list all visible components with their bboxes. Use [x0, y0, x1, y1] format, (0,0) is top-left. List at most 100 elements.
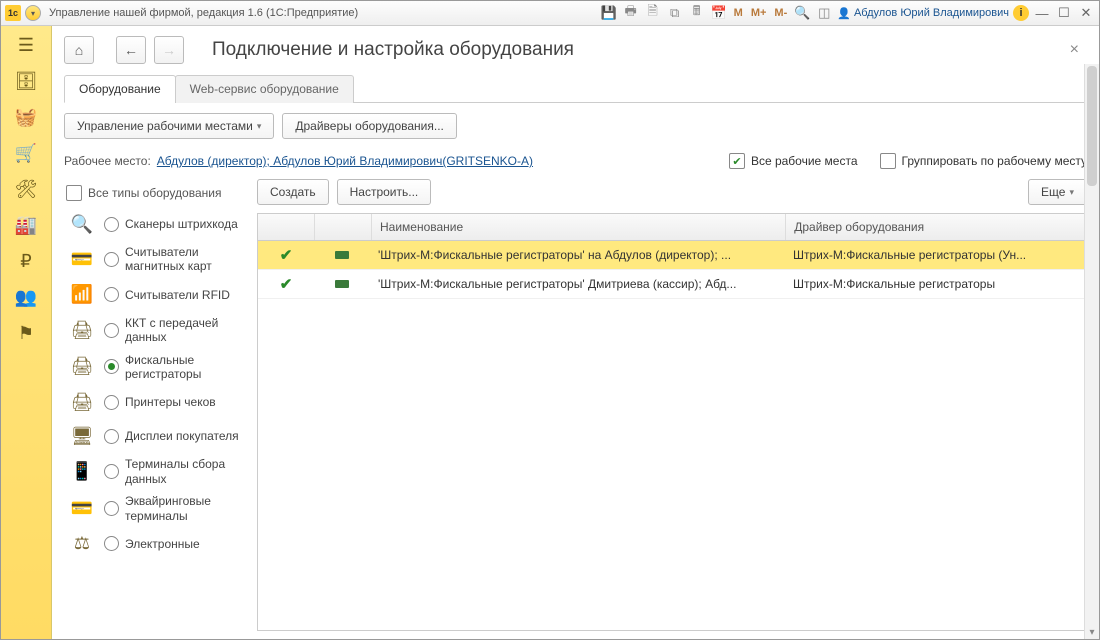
compare-icon[interactable]: ⧉ — [666, 4, 684, 22]
group-by-workplace-label: Группировать по рабочему месту — [902, 154, 1087, 168]
equipment-type-label: ККТ с передачей данных — [125, 316, 247, 345]
tab-equipment[interactable]: Оборудование — [64, 75, 176, 103]
row-driver: Штрих-М:Фискальные регистраторы (Ун... — [785, 248, 1086, 262]
print-icon[interactable]: 🖶 — [622, 4, 640, 22]
page-title: Подключение и настройка оборудования — [212, 39, 1054, 61]
equipment-type-radio[interactable] — [104, 395, 119, 410]
equipment-type-icon: 💳 — [66, 496, 98, 522]
minimize-button[interactable]: — — [1033, 5, 1051, 21]
all-types-checkbox[interactable] — [66, 185, 82, 201]
row-driver: Штрих-М:Фискальные регистраторы — [785, 277, 1086, 291]
window-title: Управление нашей фирмой, редакция 1.6 (1… — [49, 7, 358, 19]
nav-people-icon[interactable]: 👥 — [15, 286, 37, 308]
equipment-type-radio[interactable] — [104, 217, 119, 232]
row-check: ✔ — [258, 246, 314, 264]
nav-money-icon[interactable]: ₽ — [15, 250, 37, 272]
equipment-type-label: Считыватели RFID — [125, 288, 247, 302]
equipment-type-radio[interactable] — [104, 252, 119, 267]
table-row[interactable]: ✔ 'Штрих-М:Фискальные регистраторы' Дмитр… — [258, 270, 1086, 299]
create-button[interactable]: Создать — [257, 179, 329, 205]
workplaces-menu-button[interactable]: Управление рабочими местами▾ — [64, 113, 274, 139]
app-logo: 1c — [5, 5, 21, 21]
zoom-icon[interactable]: 🔍 — [793, 4, 811, 22]
maximize-button[interactable]: ☐ — [1055, 5, 1073, 21]
equipment-type-icon: 📱 — [66, 459, 98, 485]
info-icon[interactable]: i — [1013, 5, 1029, 21]
equipment-type-item[interactable]: 💳Считыватели магнитных карт — [64, 241, 249, 278]
equipment-type-item[interactable]: 🖨Принтеры чеков — [64, 385, 249, 419]
m-button[interactable]: M — [732, 7, 745, 19]
user-name: Абдулов Юрий Владимирович — [854, 7, 1009, 19]
panels-icon[interactable]: ◫ — [815, 4, 833, 22]
equipment-type-label: Эквайринговые терминалы — [125, 494, 247, 523]
nav-menu-icon[interactable]: ☰ — [15, 34, 37, 56]
nav-factory-icon[interactable]: 🏭 — [15, 214, 37, 236]
equipment-type-item[interactable]: 📱Терминалы сбора данных — [64, 453, 249, 490]
mplus-button[interactable]: M+ — [749, 7, 769, 19]
nav-basket-icon[interactable]: 🧺 — [15, 106, 37, 128]
equipment-type-radio[interactable] — [104, 536, 119, 551]
equipment-type-icon: ⚖ — [66, 531, 98, 557]
equipment-type-item[interactable]: 🖥 Дисплеи покупателя — [64, 419, 249, 453]
calendar-icon[interactable]: 📅 — [710, 4, 728, 22]
configure-button[interactable]: Настроить... — [337, 179, 432, 205]
all-types-label: Все типы оборудования — [88, 186, 221, 200]
equipment-type-radio[interactable] — [104, 429, 119, 444]
equipment-type-icon: 🔍 — [66, 211, 98, 237]
table-row[interactable]: ✔ 'Штрих-М:Фискальные регистраторы' на Аб… — [258, 241, 1086, 270]
user-link[interactable]: 👤Абдулов Юрий Владимирович — [837, 7, 1009, 20]
close-button[interactable]: ✕ — [1077, 5, 1095, 21]
equipment-type-label: Принтеры чеков — [125, 395, 247, 409]
nav-cart-icon[interactable]: 🛒 — [15, 142, 37, 164]
save-icon[interactable]: 💾 — [600, 4, 618, 22]
nav-flag-icon[interactable]: ⚑ — [15, 322, 37, 344]
all-workplaces-checkbox[interactable]: ✔ — [729, 153, 745, 169]
equipment-type-item[interactable]: 🖨 ККТ с передачей данных — [64, 312, 249, 349]
row-name: 'Штрих-М:Фискальные регистраторы' на Абд… — [370, 248, 785, 262]
equipment-type-item[interactable]: 🔍 Сканеры штрихкода — [64, 207, 249, 241]
equipment-type-radio[interactable] — [104, 359, 119, 374]
scroll-down-arrow[interactable]: ▾ — [1085, 625, 1099, 639]
equipment-type-icon: 🖥 — [66, 423, 98, 449]
equipment-grid: Наименование Драйвер оборудования ✔ 'Штри… — [257, 213, 1087, 631]
workplace-link[interactable]: Абдулов (директор); Абдулов Юрий Владими… — [157, 154, 533, 168]
page-close-button[interactable]: × — [1062, 37, 1087, 63]
equipment-type-item[interactable]: 💳 Эквайринговые терминалы — [64, 490, 249, 527]
drivers-button[interactable]: Драйверы оборудования... — [282, 113, 457, 139]
row-icon — [314, 280, 370, 288]
equipment-type-item[interactable]: 🖨Фискальные регистраторы — [64, 349, 249, 386]
col-name[interactable]: Наименование — [372, 214, 786, 240]
row-name: 'Штрих-М:Фискальные регистраторы' Дмитри… — [370, 277, 785, 291]
home-button[interactable]: ⌂ — [64, 36, 94, 64]
tab-webservice[interactable]: Web-сервис оборудование — [175, 75, 354, 103]
back-button[interactable]: ← — [116, 36, 146, 64]
equipment-type-label: Электронные — [125, 537, 247, 551]
more-button[interactable]: Еще▾ — [1028, 179, 1087, 205]
forward-button[interactable]: → — [154, 36, 184, 64]
app-menu-dropdown[interactable]: ▾ — [25, 5, 41, 21]
col-driver[interactable]: Драйвер оборудования — [786, 214, 1086, 240]
col-icon[interactable] — [315, 214, 372, 240]
calc-icon[interactable]: 🖩 — [688, 4, 706, 22]
row-icon — [314, 251, 370, 259]
row-check: ✔ — [258, 275, 314, 293]
equipment-type-radio[interactable] — [104, 287, 119, 302]
equipment-type-item[interactable]: 📶Считыватели RFID — [64, 278, 249, 312]
equipment-type-radio[interactable] — [104, 464, 119, 479]
equipment-type-item[interactable]: ⚖ Электронные — [64, 527, 249, 561]
mminus-button[interactable]: M- — [772, 7, 789, 19]
doc-icon[interactable]: 🗎 — [644, 4, 662, 22]
col-check[interactable] — [258, 214, 315, 240]
equipment-type-icon: 🖨 — [66, 317, 98, 343]
nav-desktop-icon[interactable]: 🗄 — [15, 70, 37, 92]
nav-tools-icon[interactable]: 🛠 — [15, 178, 37, 200]
scroll-thumb[interactable] — [1087, 66, 1097, 186]
equipment-type-label: Сканеры штрихкода — [125, 217, 247, 231]
workplace-label: Рабочее место: — [64, 154, 151, 168]
equipment-type-label: Дисплеи покупателя — [125, 429, 247, 443]
group-by-workplace-checkbox[interactable] — [880, 153, 896, 169]
equipment-type-radio[interactable] — [104, 501, 119, 516]
equipment-type-label: Фискальные регистраторы — [125, 353, 247, 382]
equipment-type-radio[interactable] — [104, 323, 119, 338]
vertical-scrollbar[interactable]: ▴ ▾ — [1084, 64, 1099, 639]
